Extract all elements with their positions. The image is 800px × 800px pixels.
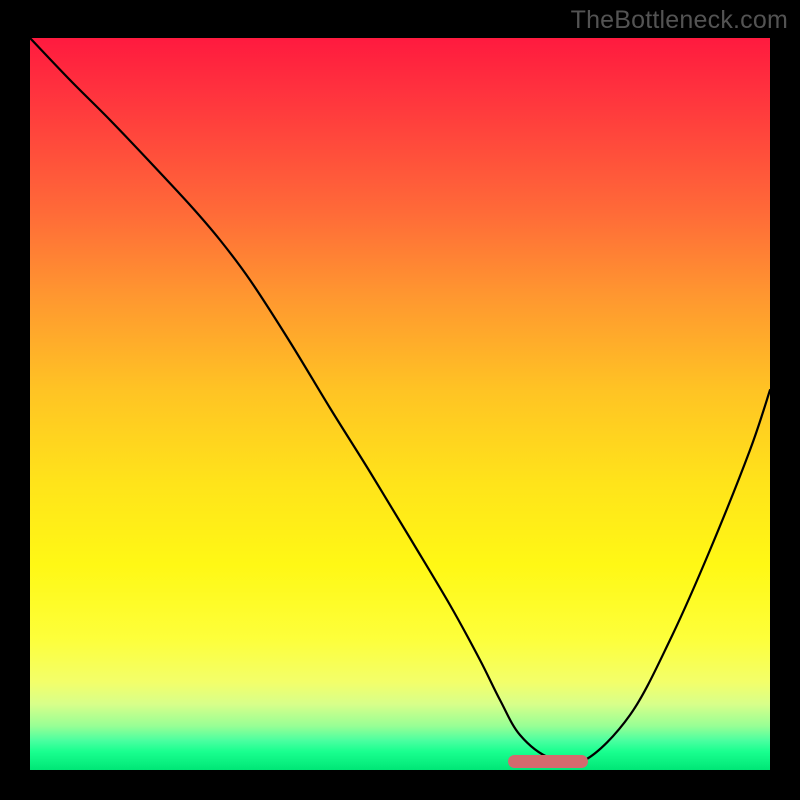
optimal-marker: [508, 755, 588, 768]
curve-layer: [30, 38, 770, 770]
plot-area: [30, 38, 770, 770]
chart-frame: TheBottleneck.com: [0, 0, 800, 800]
watermark-label: TheBottleneck.com: [571, 6, 788, 35]
bottleneck-curve: [30, 38, 770, 764]
